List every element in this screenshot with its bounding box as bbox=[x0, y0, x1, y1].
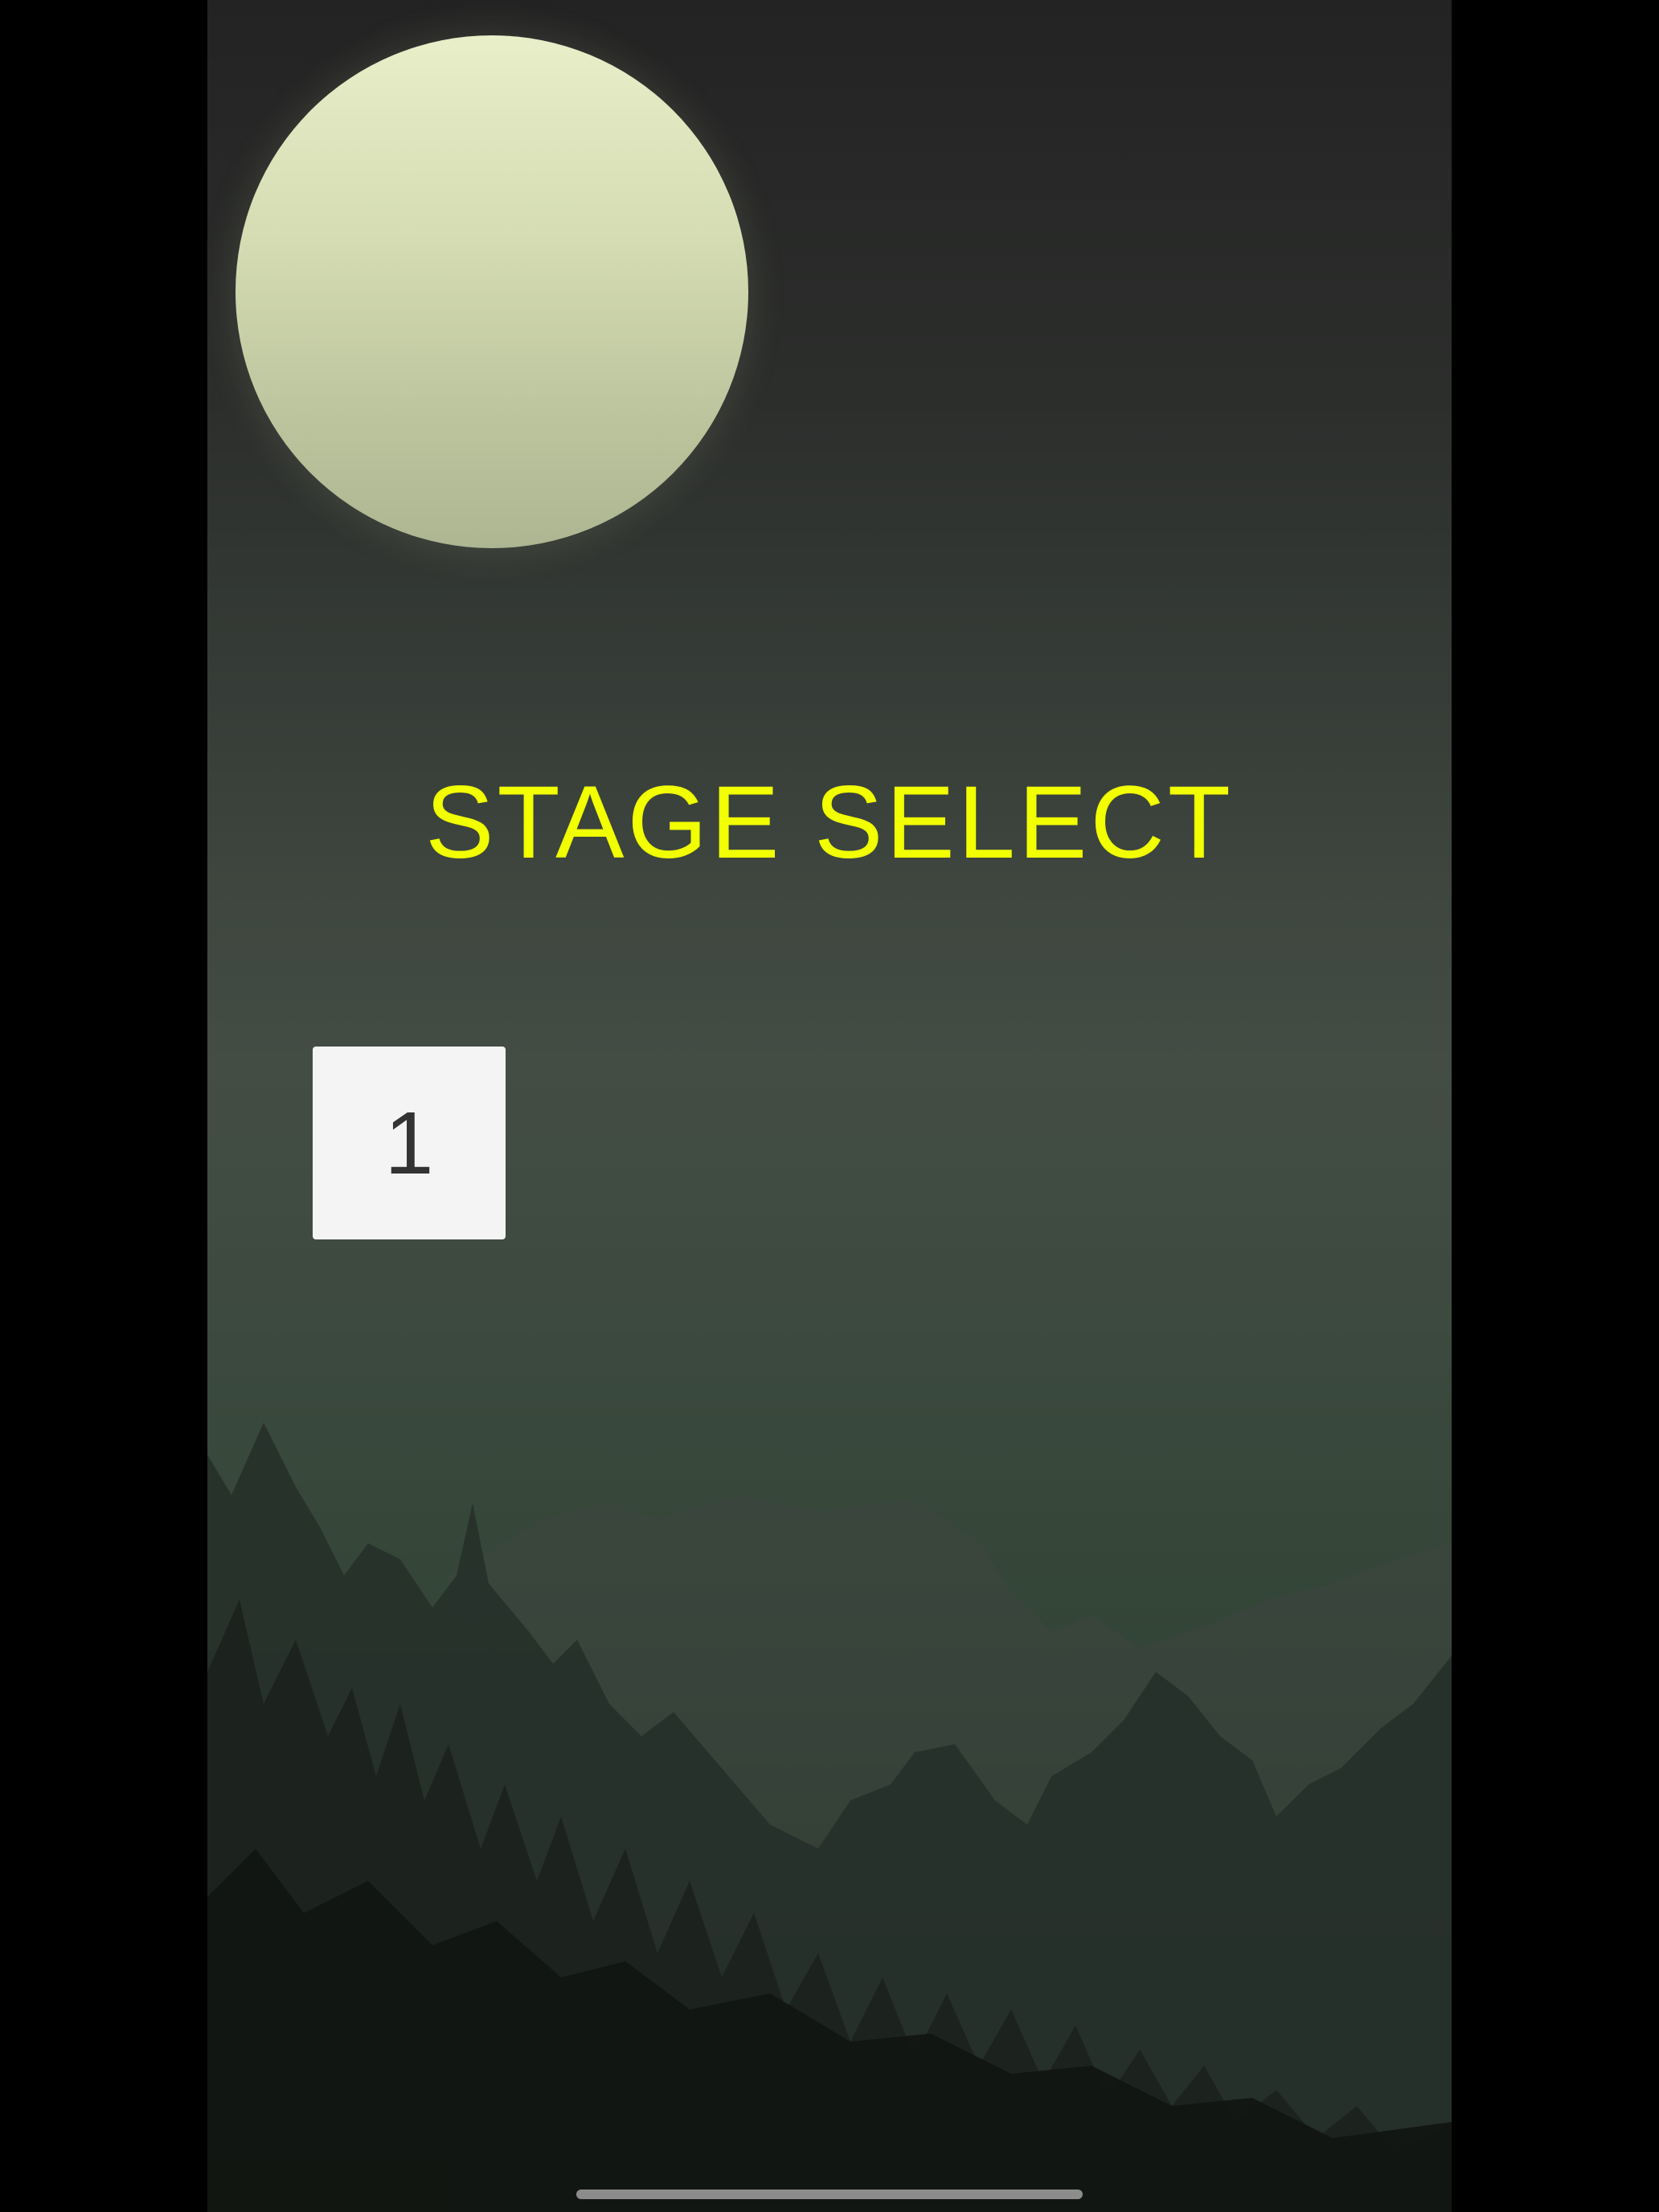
stage-1-button[interactable]: 1 bbox=[313, 1047, 506, 1239]
home-indicator-bar[interactable] bbox=[576, 2189, 1083, 2199]
letterbox-left bbox=[0, 0, 207, 2212]
game-view: STAGE SELECT 1 bbox=[207, 0, 1452, 2212]
moon-icon bbox=[236, 35, 748, 548]
letterbox-right bbox=[1452, 0, 1659, 2212]
mountain-silhouette bbox=[207, 1423, 1452, 2212]
stage-select-title: STAGE SELECT bbox=[425, 765, 1234, 880]
